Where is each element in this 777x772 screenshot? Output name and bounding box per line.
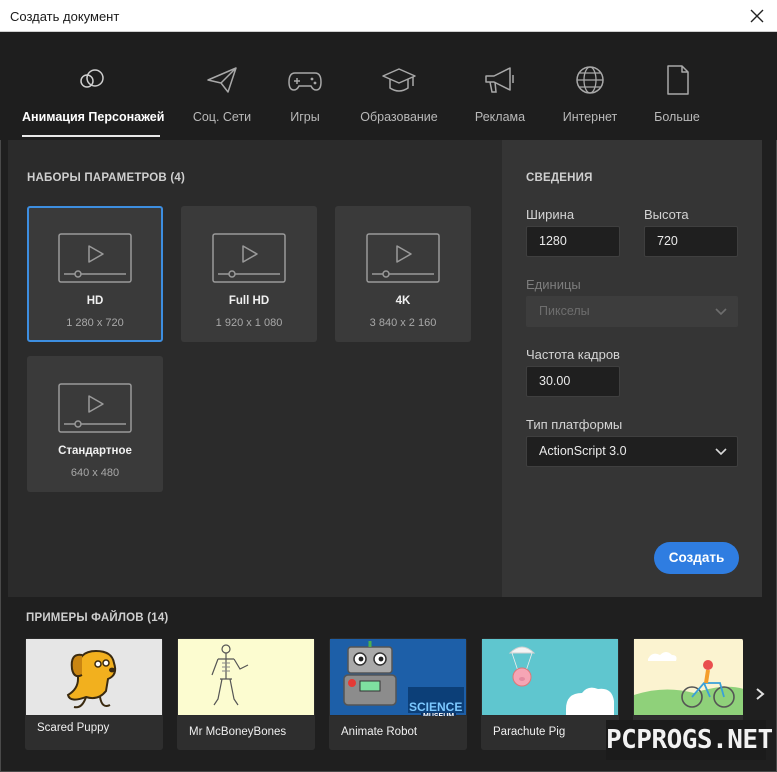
megaphone-icon	[485, 67, 514, 93]
chevron-down-icon	[715, 308, 727, 316]
chevron-down-icon	[715, 448, 727, 456]
tab-label: Реклама	[474, 110, 526, 124]
document-icon	[667, 65, 689, 95]
platform-label: Тип платформы	[526, 417, 623, 432]
video-thumbnail-icon	[58, 383, 132, 433]
samples-heading: ПРИМЕРЫ ФАЙЛОВ (14)	[26, 612, 169, 624]
sample-name: Parachute Pig	[493, 726, 566, 738]
gamepad-icon	[288, 72, 322, 91]
window-title: Создать документ	[10, 9, 120, 24]
tab-label: Соц. Сети	[192, 110, 252, 124]
category-tabs: Анимация Персонажей Соц. Сети Игры Образ…	[0, 32, 777, 140]
platform-select[interactable]: ActionScript 3.0	[526, 436, 738, 467]
width-label: Ширина	[526, 207, 575, 222]
tab-label: Анимация Персонажей	[22, 110, 165, 124]
tab-more[interactable]: Больше	[642, 32, 712, 140]
globe-icon	[576, 66, 604, 94]
tab-character-animation[interactable]: Анимация Персонажей	[22, 32, 165, 140]
character-animation-icon	[80, 69, 104, 88]
sample-animate-robot[interactable]: SCIENCE MUSEUM Animate Robot	[329, 638, 467, 750]
sample-name: Animate Robot	[341, 726, 418, 738]
tab-advertising[interactable]: Реклама	[462, 32, 538, 140]
preset-card-standard[interactable]: Стандартное 640 x 480	[27, 356, 163, 492]
sample-scared-puppy[interactable]: Scared Puppy	[25, 638, 163, 750]
fps-label: Частота кадров	[526, 347, 620, 362]
watermark: PCPROGS.NET	[606, 720, 773, 760]
chevron-right-icon[interactable]	[752, 683, 768, 705]
fps-input[interactable]: 30.00	[526, 366, 620, 397]
sample-name: Scared Puppy	[37, 722, 110, 734]
sample-parachute-pig[interactable]: Parachute Pig	[481, 638, 619, 750]
tab-label: Игры	[290, 110, 320, 124]
close-icon[interactable]	[745, 4, 769, 28]
video-thumbnail-icon	[212, 233, 286, 283]
units-select[interactable]: Пикселы	[526, 296, 738, 327]
height-label: Высота	[644, 207, 689, 222]
preset-size: 1 280 x 720	[66, 317, 124, 329]
tab-label: Больше	[654, 110, 700, 124]
video-thumbnail-icon	[366, 233, 440, 283]
presets-heading: НАБОРЫ ПАРАМЕТРОВ (4)	[27, 172, 185, 184]
sample-name: Mr McBoneyBones	[189, 726, 287, 738]
presets-panel: НАБОРЫ ПАРАМЕТРОВ (4) HD 1 280 x 720 Ful…	[8, 140, 502, 597]
preset-name: HD	[86, 295, 104, 307]
preset-size: 3 840 x 2 160	[369, 317, 437, 329]
tab-label: Интернет	[562, 110, 618, 124]
tab-internet[interactable]: Интернет	[552, 32, 628, 140]
preset-name: 4K	[395, 295, 411, 307]
preset-name: Full HD	[228, 295, 270, 307]
video-thumbnail-icon	[58, 233, 132, 283]
active-tab-indicator	[22, 135, 160, 137]
skeleton-thumbnail	[178, 639, 314, 715]
sample-mr-mcboneybones[interactable]: Mr McBoneyBones	[177, 638, 315, 750]
width-input[interactable]: 1280	[526, 226, 620, 257]
parachute-pig-thumbnail	[482, 639, 618, 715]
title-bar: Создать документ	[0, 0, 777, 32]
preset-name: Стандартное	[58, 445, 132, 457]
height-input[interactable]: 720	[644, 226, 738, 257]
tab-games[interactable]: Игры	[270, 32, 340, 140]
preset-size: 1 920 x 1 080	[215, 317, 283, 329]
platform-value: ActionScript 3.0	[539, 444, 627, 458]
preset-size: 640 x 480	[70, 467, 120, 479]
science-badge-line1: SCIENCE	[409, 700, 463, 714]
graduation-cap-icon	[382, 68, 416, 92]
bicycle-thumbnail	[634, 639, 743, 715]
tab-label: Образование	[360, 110, 438, 124]
tab-social[interactable]: Соц. Сети	[180, 32, 264, 140]
preset-card-hd[interactable]: HD 1 280 x 720	[27, 206, 163, 342]
create-button[interactable]: Создать	[654, 542, 739, 574]
scared-puppy-thumbnail	[26, 639, 162, 715]
paper-plane-icon	[207, 67, 237, 93]
preset-card-full-hd[interactable]: Full HD 1 920 x 1 080	[181, 206, 317, 342]
units-label: Единицы	[526, 277, 581, 292]
details-heading: СВЕДЕНИЯ	[526, 172, 593, 184]
units-value: Пикселы	[539, 304, 590, 318]
tab-education[interactable]: Образование	[350, 32, 448, 140]
preset-card-4k[interactable]: 4K 3 840 x 2 160	[335, 206, 471, 342]
